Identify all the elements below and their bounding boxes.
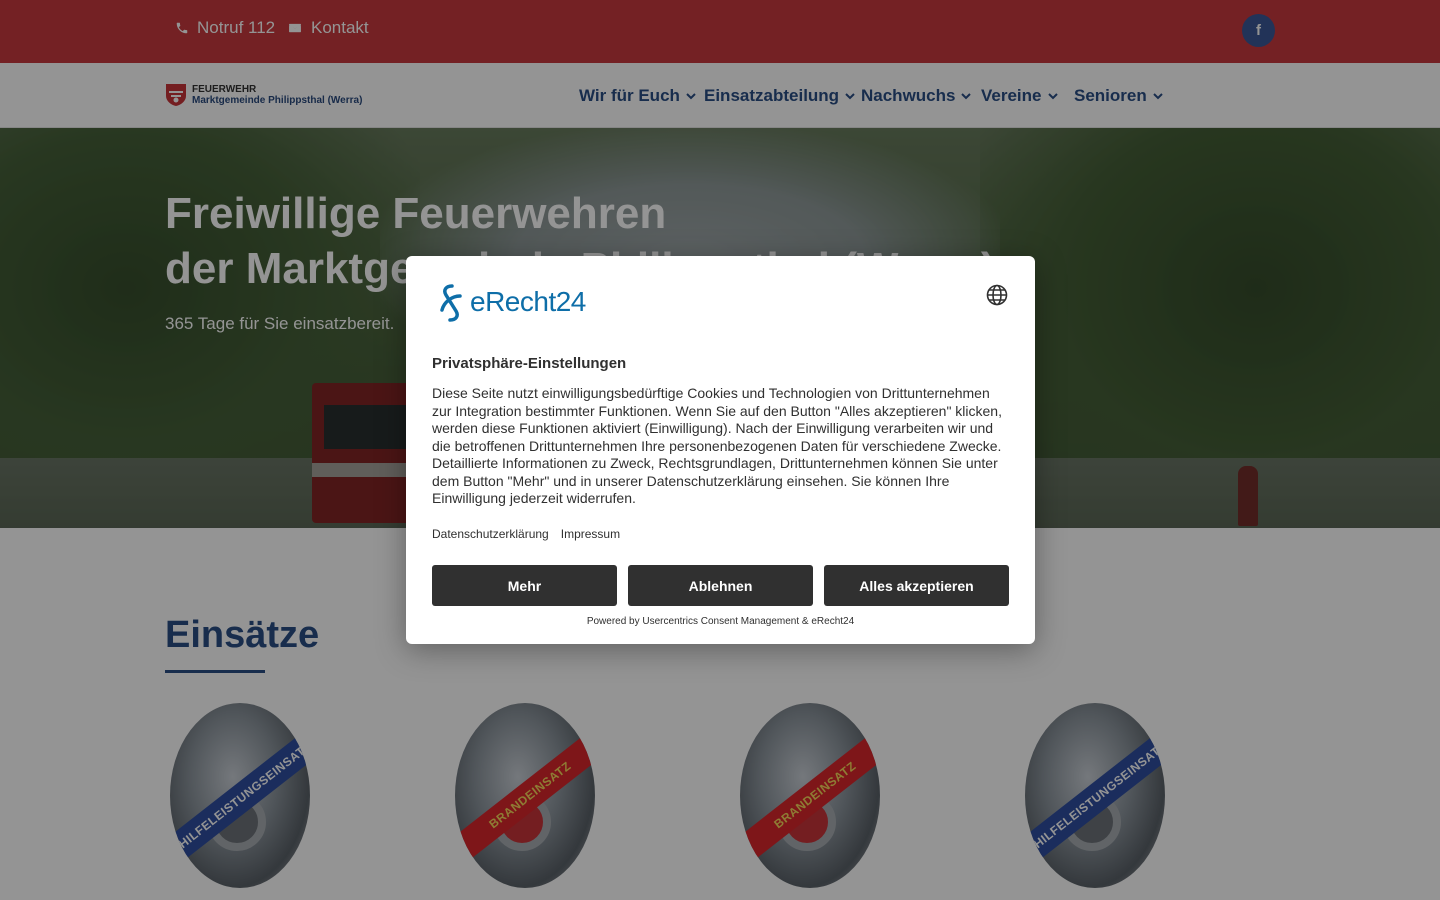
- accept-all-button[interactable]: Alles akzeptieren: [824, 565, 1009, 606]
- more-button[interactable]: Mehr: [432, 565, 617, 606]
- consent-dialog: eRecht24 Privatsphäre-Einstellungen Dies…: [406, 256, 1035, 644]
- erecht24-logo: eRecht24: [432, 282, 586, 322]
- globe-icon[interactable]: [986, 284, 1008, 306]
- brand-name: eRecht24: [470, 286, 586, 317]
- powered-by-text: Powered by Usercentrics Consent Manageme…: [586, 616, 855, 627]
- imprint-link[interactable]: Impressum: [561, 527, 620, 541]
- decline-button[interactable]: Ablehnen: [628, 565, 813, 606]
- erecht24-logo-icon: [440, 284, 462, 322]
- consent-heading: Privatsphäre-Einstellungen: [432, 355, 627, 372]
- privacy-link[interactable]: Datenschutzerklärung: [432, 527, 549, 541]
- consent-body-text: Diese Seite nutzt einwilligungsbedürftig…: [432, 385, 1002, 506]
- consent-links: Datenschutzerklärung Impressum: [432, 527, 620, 541]
